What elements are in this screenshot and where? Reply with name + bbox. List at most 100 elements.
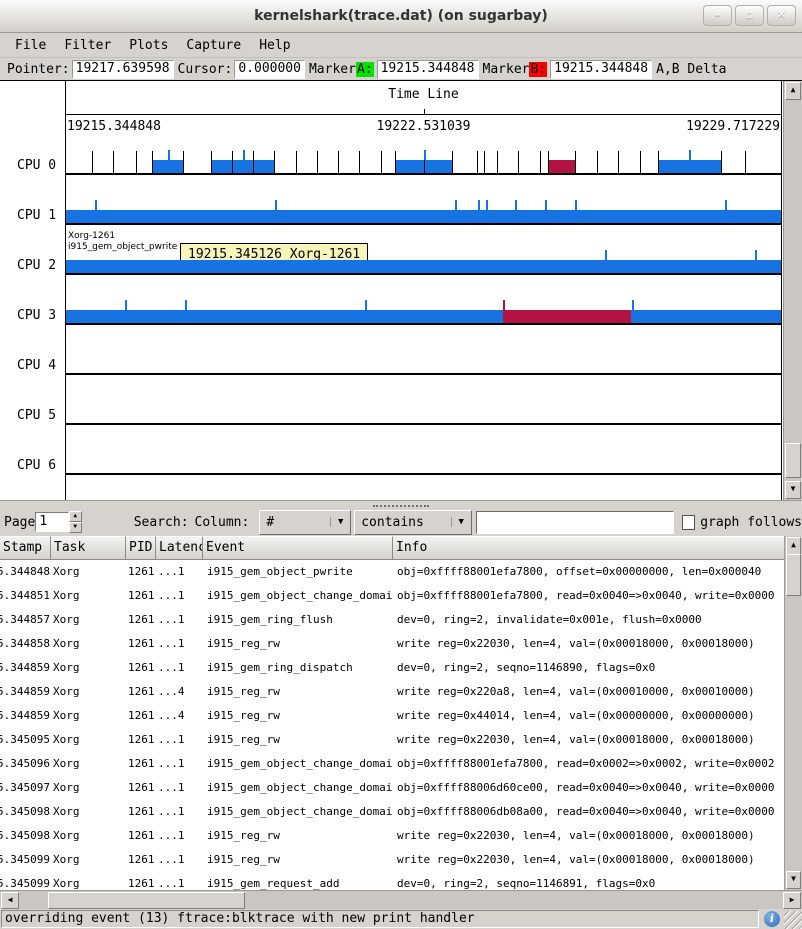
column-header-task[interactable]: Task [51,536,126,560]
cell-event: i915_gem_ring_dispatch [203,656,393,680]
event-tick [136,151,137,173]
table-row[interactable]: 5.345095Xorg1261...1i915_reg_rwwrite reg… [0,728,785,752]
event-tick [113,151,114,173]
table-row[interactable]: 5.345099Xorg1261...1i915_reg_rwwrite reg… [0,848,785,872]
column-select[interactable]: # ▼ [259,510,351,535]
cell-task: Xorg [51,608,126,632]
graph-follows-label: graph follows [700,515,802,530]
splitter-handle-icon [373,505,429,507]
event-tick [515,200,517,210]
column-select-value: # [260,515,330,530]
scroll-up-icon[interactable]: ▲ [785,82,801,100]
window-title: kernelshark(trace.dat) (on sugarbay) [254,8,548,24]
cpu-bar [66,210,781,223]
spin-down-icon[interactable]: ▼ [69,522,82,533]
table-row[interactable]: 5.344857Xorg1261...1i915_gem_ring_flushd… [0,608,785,632]
cell-latency: ...1 [156,872,203,890]
table-body: 5.344848Xorg1261...1i915_gem_object_pwri… [0,560,785,890]
scroll-right-icon[interactable]: ▶ [783,892,801,909]
marker-info-bar: Pointer: 19217.639598 Cursor: 0.000000 M… [0,58,802,80]
event-tick [597,151,598,173]
table-scrollbar-thumb[interactable] [786,554,801,596]
event-tick [540,151,541,173]
event-tick [452,151,453,173]
pane-splitter[interactable] [0,501,802,508]
menu-plots[interactable]: Plots [120,36,177,55]
column-header-stamp[interactable]: Stamp [0,536,51,560]
cell-event: i915_reg_rw [203,632,393,656]
event-tick [365,300,367,310]
cpu-baseline [66,173,781,175]
title-bar[interactable]: kernelshark(trace.dat) (on sugarbay) – ▫… [0,0,802,33]
status-bar: overriding event (13) ftrace:blktrace wi… [0,909,802,929]
marker-b-value: 19215.344848 [550,60,652,79]
table-row[interactable]: 5.344858Xorg1261...1i915_reg_rwwrite reg… [0,632,785,656]
table-row[interactable]: 5.344859Xorg1261...4i915_reg_rwwrite reg… [0,704,785,728]
column-header-latency[interactable]: Latency [156,536,203,560]
event-tick [185,300,187,310]
menu-help[interactable]: Help [250,36,299,55]
table-row[interactable]: 5.345096Xorg1261...1i915_gem_object_chan… [0,752,785,776]
column-header-pid[interactable]: PID [126,536,156,560]
cell-latency: ...1 [156,656,203,680]
event-tick [545,200,547,210]
event-tick [484,151,485,173]
cell-pid: 1261 [126,704,156,728]
cell-task: Xorg [51,584,126,608]
table-row[interactable]: 5.344859Xorg1261...4i915_reg_rwwrite reg… [0,680,785,704]
cpu-baseline [66,423,781,425]
operator-select[interactable]: contains ▼ [354,510,471,535]
event-tick [518,151,519,173]
cell-latency: ...1 [156,752,203,776]
close-icon[interactable]: ✕ [767,5,796,26]
cell-latency: ...1 [156,824,203,848]
cell-info: write reg=0x22030, len=4, val=(0x0001800… [393,632,785,656]
cell-event: i915_reg_rw [203,704,393,728]
cell-latency: ...1 [156,560,203,584]
page-spinbox[interactable]: 1 [35,512,68,532]
table-row[interactable]: 5.345098Xorg1261...1i915_gem_object_chan… [0,800,785,824]
resize-grip[interactable] [784,911,802,929]
cell-latency: ...1 [156,728,203,752]
cpu-baseline [66,223,781,225]
spin-up-icon[interactable]: ▲ [69,511,82,522]
cpu-label-column: CPU 0CPU 1CPU 2CPU 3CPU 4CPU 5CPU 6 [0,81,66,500]
scroll-down-icon[interactable]: ▼ [786,871,801,889]
table-horizontal-scrollbar[interactable]: ◀ ▶ [0,890,802,909]
cell-info: dev=0, ring=2, seqno=1146890, flags=0x0 [393,656,785,680]
table-row[interactable]: 5.345099Xorg1261...1i915_gem_request_add… [0,872,785,890]
marker-b-label: Marker [483,62,530,77]
table-vertical-scrollbar[interactable]: ▲ ▼ [784,536,802,890]
graph-follows-checkbox[interactable] [682,515,695,530]
timeline-plot[interactable]: Time Line 19215.344848 19222.531039 1922… [66,81,782,500]
cpu-bar [548,160,575,173]
table-row[interactable]: 5.345098Xorg1261...1i915_reg_rwwrite reg… [0,824,785,848]
scroll-up-icon[interactable]: ▲ [786,537,801,555]
marker-a-value: 19215.344848 [377,60,479,79]
event-tick [168,150,170,160]
graph-vertical-scrollbar[interactable]: ▲ ▼ [783,81,802,500]
marker-a-badge: A: [356,62,374,77]
menu-bar: FileFilterPlotsCaptureHelp [0,33,802,58]
cell-pid: 1261 [126,560,156,584]
maximize-icon[interactable]: ▫ [735,5,764,26]
minimize-icon[interactable]: – [703,5,732,26]
search-input[interactable] [476,511,674,534]
info-icon[interactable]: i [764,911,780,927]
menu-filter[interactable]: Filter [55,36,120,55]
scroll-down-icon[interactable]: ▼ [785,481,801,499]
table-row[interactable]: 5.345097Xorg1261...1i915_gem_object_chan… [0,776,785,800]
scroll-left-icon[interactable]: ◀ [1,892,19,909]
hover-event-label: i915_gem_object_pwrite [68,242,177,252]
table-row[interactable]: 5.344859Xorg1261...1i915_gem_ring_dispat… [0,656,785,680]
graph-scrollbar-thumb[interactable] [785,443,801,478]
table-row[interactable]: 5.344848Xorg1261...1i915_gem_object_pwri… [0,560,785,584]
menu-file[interactable]: File [6,36,55,55]
table-row[interactable]: 5.344851Xorg1261...1i915_gem_object_chan… [0,584,785,608]
column-header-info[interactable]: Info [393,536,802,560]
search-bar: Page 1 ▲ ▼ Search: Column: # ▼ contains … [0,508,802,536]
cell-info: write reg=0x22030, len=4, val=(0x0001800… [393,824,785,848]
hscrollbar-thumb[interactable] [48,892,245,909]
column-header-event[interactable]: Event [203,536,393,560]
menu-capture[interactable]: Capture [177,36,250,55]
